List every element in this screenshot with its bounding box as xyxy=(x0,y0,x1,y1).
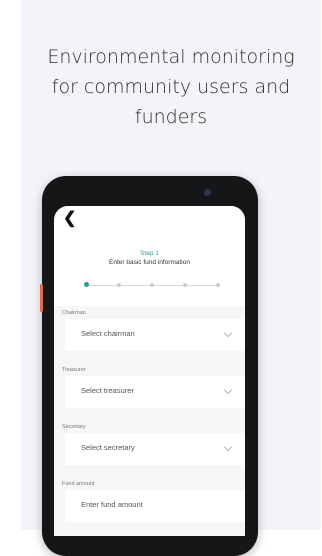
step-title: Enter basic fund information xyxy=(109,259,190,266)
fund-amount-label: Fund amount xyxy=(62,481,95,487)
fund-amount-placeholder: Enter fund amount xyxy=(81,500,143,509)
treasurer-label: Treasurer xyxy=(62,367,86,373)
back-arrow-icon[interactable]: ❮ xyxy=(63,210,76,228)
headline-line-2: for community users and xyxy=(51,76,291,98)
treasurer-placeholder: Select treasurer xyxy=(81,386,134,395)
stepper-dot-5 xyxy=(216,283,220,287)
phone-screen: ❮ Step 1 Enter basic fund information Ch… xyxy=(54,206,245,536)
headline-line-3: funders xyxy=(134,106,208,128)
form-header: ❮ Step 1 Enter basic fund information xyxy=(54,206,245,306)
phone-camera xyxy=(204,189,211,196)
chevron-down-icon xyxy=(223,328,233,338)
chairman-select[interactable]: Select chairman xyxy=(65,319,245,351)
treasurer-select[interactable]: Select treasurer xyxy=(65,376,245,408)
chairman-label: Chairman xyxy=(62,310,86,316)
chairman-placeholder: Select chairman xyxy=(81,329,135,338)
chevron-down-icon xyxy=(223,442,233,452)
secretary-label: Secretary xyxy=(62,424,86,430)
stepper-dot-1 xyxy=(84,282,89,287)
fund-amount-input[interactable]: Enter fund amount xyxy=(65,490,245,522)
phone-side-button xyxy=(40,284,43,312)
secretary-select[interactable]: Select secretary xyxy=(65,433,245,465)
step-label: Step 1 xyxy=(140,250,159,257)
headline-line-1: Environmental monitoring xyxy=(47,46,295,68)
secretary-placeholder: Select secretary xyxy=(81,443,135,452)
stepper-dot-3 xyxy=(150,283,154,287)
headline: Environmental monitoring for community u… xyxy=(21,42,321,132)
chevron-down-icon xyxy=(223,385,233,395)
stepper-dot-4 xyxy=(183,283,187,287)
stepper-dot-2 xyxy=(117,283,121,287)
